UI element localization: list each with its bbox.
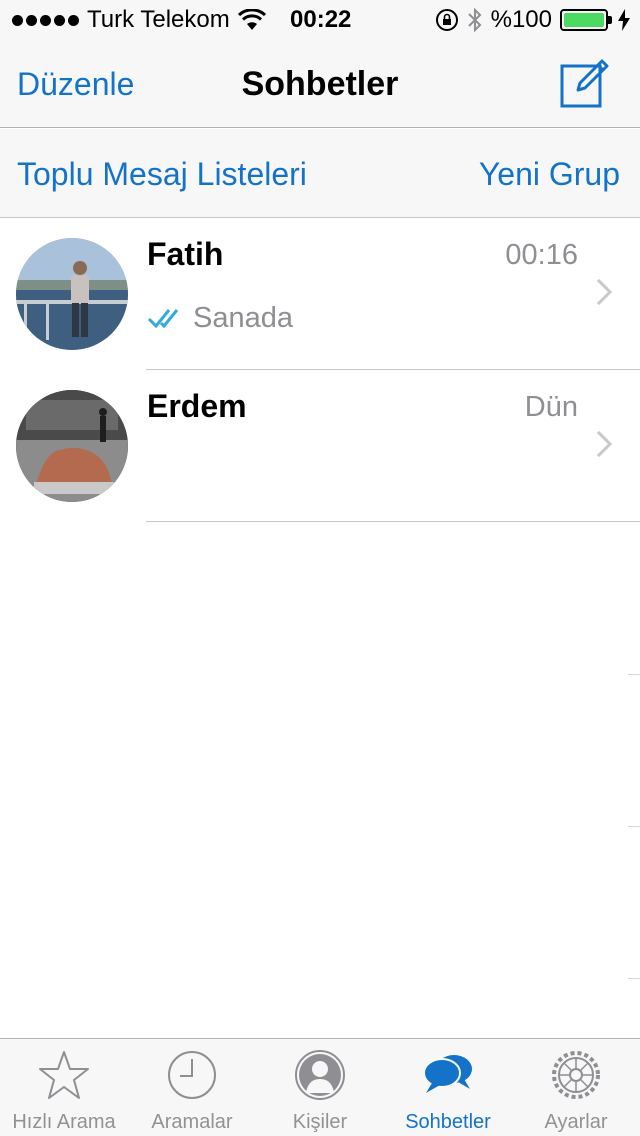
broadcast-lists-button[interactable]: Toplu Mesaj Listeleri [17,154,307,194]
tab-label: Sohbetler [405,1111,491,1133]
edit-button[interactable]: Düzenle [17,64,134,104]
chat-preview: Sanada [147,298,293,338]
gear-icon [552,1051,600,1099]
orientation-lock-icon [435,9,458,31]
tab-calls[interactable]: Aramalar [128,1039,256,1136]
empty-row-divider [628,826,640,827]
chat-row-fatih[interactable]: Fatih 00:16 Sanada [0,218,640,370]
tab-label: Hızlı Arama [12,1111,116,1133]
new-group-button[interactable]: Yeni Grup [479,154,620,194]
row-divider [146,521,640,522]
chevron-right-icon [596,278,612,306]
status-time: 00:22 [290,6,352,33]
avatar [16,390,128,502]
tab-label: Ayarlar [544,1111,608,1133]
bluetooth-icon [467,7,482,33]
nav-bar: Düzenle Sohbetler [0,40,640,128]
tab-bar: Hızlı Arama Aramalar Kişiler Sohbetler A… [0,1038,640,1136]
avatar [16,238,128,350]
empty-row-divider [628,978,640,979]
empty-row-divider [628,674,640,675]
signal-dots-icon [12,14,79,26]
charging-bolt-icon [618,9,630,31]
compose-icon[interactable] [558,56,612,110]
double-check-icon [147,309,179,329]
chat-time: 00:16 [505,239,578,271]
chevron-right-icon [596,430,612,458]
chat-name: Fatih [147,236,224,272]
star-icon [39,1051,89,1099]
tab-label: Kişiler [292,1111,348,1133]
clock-icon [168,1051,216,1099]
chat-time: Dün [524,391,578,423]
carrier-name: Turk Telekom [87,6,230,33]
wifi-icon [237,9,266,30]
chat-actions-bar: Toplu Mesaj Listeleri Yeni Grup [0,129,640,218]
person-icon [295,1050,345,1100]
chat-row-erdem[interactable]: Erdem Dün [0,370,640,522]
tab-chats[interactable]: Sohbetler [384,1039,512,1136]
tab-contacts[interactable]: Kişiler [256,1039,384,1136]
status-bar: Turk Telekom 00:22 %100 [0,0,640,40]
battery-icon [560,9,612,31]
tab-settings[interactable]: Ayarlar [512,1039,640,1136]
tab-favorites[interactable]: Hızlı Arama [0,1039,128,1136]
chat-preview-text: Sanada [193,302,293,334]
battery-percent: %100 [490,6,552,33]
chat-bubbles-icon [423,1055,472,1093]
chat-list: Fatih 00:16 Sanada Erdem Dün [0,218,640,522]
chat-name: Erdem [147,388,247,424]
tab-label: Aramalar [151,1111,233,1133]
